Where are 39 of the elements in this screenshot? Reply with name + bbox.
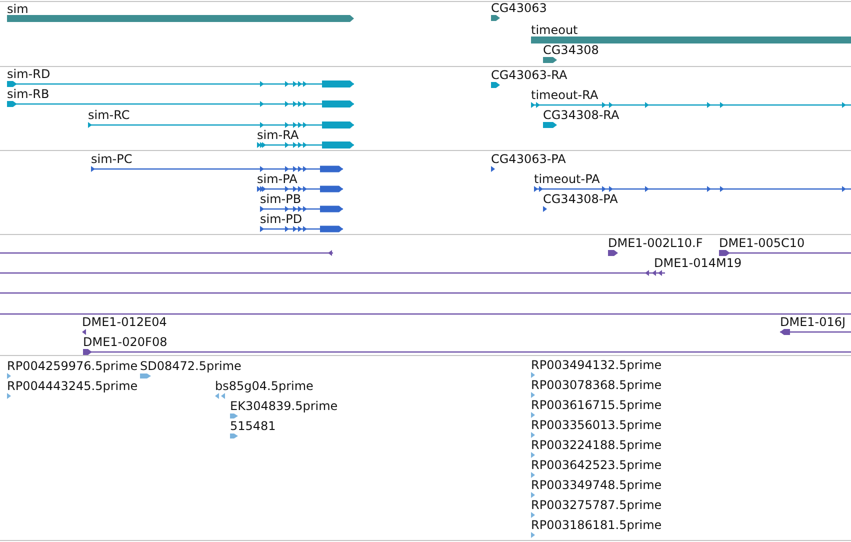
feature-label: sim-RA [257, 129, 299, 141]
feature-label: DME1-014M19 [654, 257, 742, 269]
feature-label: CG43063-RA [491, 69, 568, 81]
feature-label: RP004259976.5prime [7, 360, 138, 372]
feature-label: EK304839.5prime [230, 400, 338, 412]
feature-label: RP003186181.5prime [531, 519, 662, 531]
feature-label: RP003616715.5prime [531, 399, 662, 411]
feature-label: SD08472.5prime [140, 360, 242, 372]
feature-label: timeout [531, 24, 578, 36]
feature-label: DME1-016J [780, 316, 846, 328]
feature-label: bs85g04.5prime [215, 380, 314, 392]
feature-label: sim-PA [257, 173, 298, 185]
feature-label: RP003349748.5prime [531, 479, 662, 491]
feature-label: sim-RD [7, 68, 50, 80]
feature-label: RP003494132.5prime [531, 359, 662, 371]
feature-label: sim-PD [260, 213, 302, 225]
feature-label: RP003275787.5prime [531, 499, 662, 511]
feature-label: RP003224188.5prime [531, 439, 662, 451]
feature-label: CG34308-PA [543, 193, 618, 205]
feature-label: CG43063-PA [491, 153, 566, 165]
feature-label: DME1-020F08 [83, 336, 168, 348]
feature-label: sim-RB [7, 88, 50, 100]
feature-label: timeout-RA [531, 89, 598, 101]
feature-label: RP003642523.5prime [531, 459, 662, 471]
feature-label: CG34308-RA [543, 109, 620, 121]
feature-label: RP004443245.5prime [7, 380, 138, 392]
feature-label: timeout-PA [534, 173, 600, 185]
feature-label: sim-RC [88, 109, 130, 121]
feature-label: sim-PC [91, 153, 132, 165]
feature-label: DME1-012E04 [82, 316, 167, 328]
feature-label: CG34308 [543, 44, 599, 56]
feature-label: sim [7, 2, 28, 14]
feature-label: CG43063 [491, 2, 547, 14]
feature-label: DME1-002L10.F [608, 237, 703, 249]
feature-label: sim-PB [260, 193, 302, 205]
feature-label: 515481 [230, 420, 276, 432]
feature-label: RP003078368.5prime [531, 379, 662, 391]
feature-label: RP003356013.5prime [531, 419, 662, 431]
feature-label: DME1-005C10 [719, 237, 805, 249]
